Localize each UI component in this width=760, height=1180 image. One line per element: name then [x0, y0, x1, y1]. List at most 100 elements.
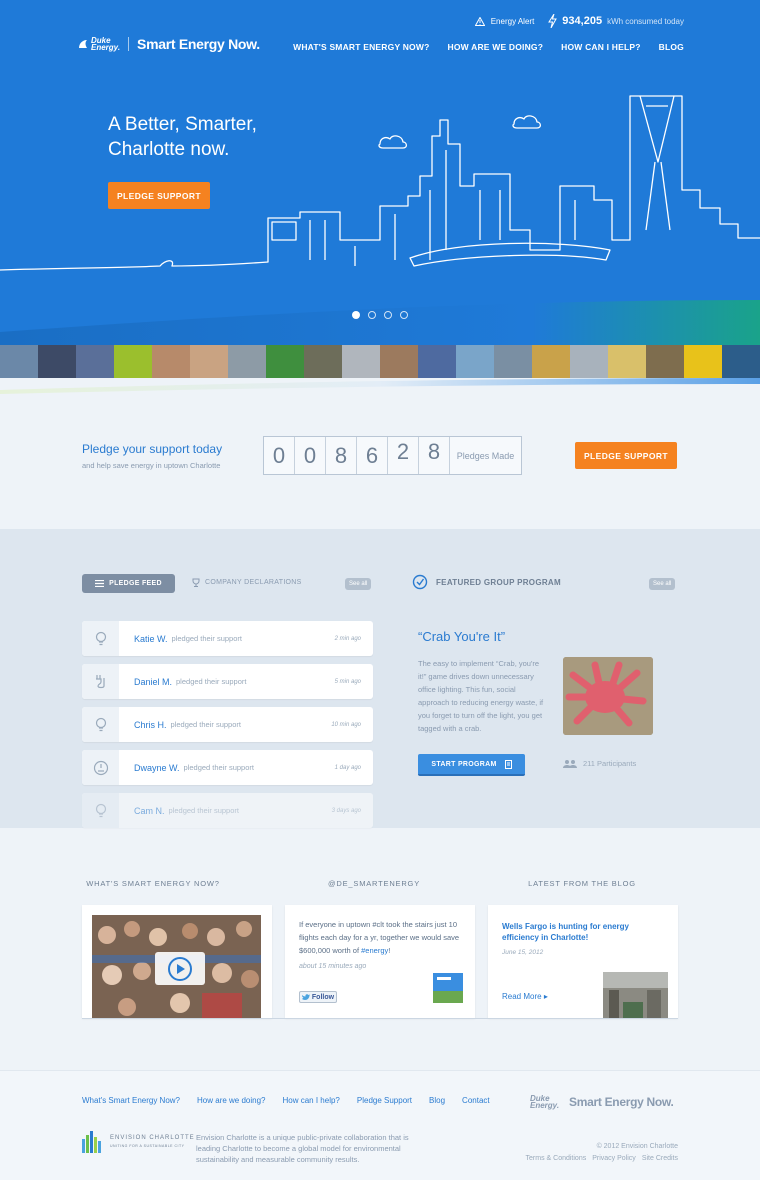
envision-charlotte-logo[interactable]: ENVISION CHARLOTTE UNITING FOR A SUSTAIN… [82, 1131, 195, 1153]
strip-wave-decoration [0, 378, 760, 400]
nav-how-are-we-doing[interactable]: HOW ARE WE DOING? [448, 42, 544, 52]
top-status-bar: Energy Alert 934,205 kWh consumed today [474, 14, 684, 28]
footer-link-pledge-support[interactable]: Pledge Support [357, 1096, 412, 1105]
feed-item-name[interactable]: Daniel M. [134, 677, 172, 687]
footer-link-how-are-we-doing[interactable]: How are we doing? [197, 1096, 265, 1105]
feed-item-icon-box [82, 664, 119, 699]
crowd-video-thumbnail[interactable] [92, 915, 261, 1018]
tab-company-declarations-label: COMPANY DECLARATIONS [205, 579, 302, 586]
tweet-hashtag-link[interactable]: #energy [361, 946, 388, 955]
footer-legal: © 2012 Envision Charlotte Terms & Condit… [526, 1141, 678, 1165]
feed-item-icon-box [82, 793, 119, 828]
tab-pledge-feed-label: PLEDGE FEED [109, 580, 162, 587]
tab-company-declarations[interactable]: COMPANY DECLARATIONS [192, 578, 302, 587]
tweet-end: ! [388, 946, 391, 955]
feed-item-time: 2 min ago [334, 635, 361, 642]
kwh-counter: 934,205 kWh consumed today [548, 14, 684, 28]
blog-card: Wells Fargo is hunting for energy effici… [488, 905, 678, 1018]
footer-link-how-can-i-help[interactable]: How can I help? [283, 1096, 340, 1105]
kwh-value: 934,205 [562, 15, 603, 27]
crab-photo [563, 657, 653, 735]
envision-name: ENVISION CHARLOTTE [110, 1135, 195, 1141]
program-description: The easy to implement “Crab, you're it!”… [418, 659, 544, 733]
nav-how-can-i-help[interactable]: HOW CAN I HELP? [561, 42, 641, 52]
people-icon [563, 760, 577, 768]
duke-flame-icon [79, 40, 87, 48]
hero-banner: Energy Alert 934,205 kWh consumed today … [0, 0, 760, 345]
feed-item-icon-box [82, 707, 119, 742]
lightbulb-icon [95, 803, 106, 817]
nav-whats-smart-energy[interactable]: WHAT'S SMART ENERGY NOW? [293, 42, 429, 52]
terms-link[interactable]: Terms & Conditions [526, 1153, 587, 1165]
footer-logo[interactable]: Duke Energy. Smart Energy Now. [530, 1095, 674, 1110]
participants-label: 211 Participants [583, 759, 637, 768]
program-see-all-button[interactable]: See all [649, 578, 676, 590]
counter-digit: 2 [388, 437, 419, 474]
blog-post-title[interactable]: Wells Fargo is hunting for energy effici… [502, 921, 632, 943]
hero-title-line1: A Better, Smarter, [108, 114, 257, 135]
carousel-dot-2[interactable] [368, 311, 376, 319]
feed-item-name[interactable]: Katie W. [134, 634, 168, 644]
hero-title: A Better, Smarter, Charlotte now. [108, 112, 328, 162]
feed-item[interactable]: Dwayne W. pledged their support 1 day ag… [82, 750, 373, 785]
footer-duke-logo: Duke Energy. [530, 1095, 560, 1110]
nav-blog[interactable]: BLOG [659, 42, 684, 52]
trophy-icon [192, 578, 200, 587]
blog-post-image[interactable] [603, 972, 668, 1018]
footer: What's Smart Energy Now? How are we doin… [0, 1070, 760, 1180]
feed-item-name[interactable]: Chris H. [134, 720, 167, 730]
feed-item-name[interactable]: Dwayne W. [134, 763, 180, 773]
feed-item-name[interactable]: Cam N. [134, 806, 165, 816]
footer-link-blog[interactable]: Blog [429, 1096, 445, 1105]
feed-item-icon-box [82, 621, 119, 656]
hero-pledge-button[interactable]: PLEDGE SUPPORT [108, 182, 210, 209]
energy-alert-label: Energy Alert [490, 16, 535, 26]
envision-skyline-icon [82, 1131, 101, 1153]
feed-item[interactable]: Cam N. pledged their support 3 days ago [82, 793, 373, 828]
energy-alert-link[interactable]: Energy Alert [474, 16, 535, 26]
carousel-dot-4[interactable] [400, 311, 408, 319]
feed-item-action: pledged their support [183, 763, 254, 772]
carousel-dot-3[interactable] [384, 311, 392, 319]
participants-count: 211 Participants [563, 759, 636, 768]
plug-icon [95, 674, 105, 688]
carousel-dot-1[interactable] [352, 311, 360, 319]
envision-description: Envision Charlotte is a unique public-pr… [196, 1133, 409, 1164]
feed-item[interactable]: Katie W. pledged their support 2 min ago [82, 621, 373, 656]
twitter-follow-button[interactable]: Follow [299, 991, 337, 1003]
pledge-support-button[interactable]: PLEDGE SUPPORT [575, 442, 677, 469]
tab-pledge-feed[interactable]: PLEDGE FEED [82, 574, 175, 593]
read-more-link[interactable]: Read More ▸ [502, 992, 548, 1001]
play-button[interactable] [155, 952, 205, 985]
counter-digit: 6 [357, 437, 388, 474]
twitter-avatar[interactable] [433, 973, 463, 1003]
feed-item-time: 3 days ago [331, 807, 361, 814]
feed-item[interactable]: Daniel M. pledged their support 5 min ag… [82, 664, 373, 699]
video-card [82, 905, 272, 1018]
lightbulb-icon [95, 631, 106, 645]
start-program-button[interactable]: START PROGRAM [418, 754, 525, 776]
smart-energy-avatar [433, 973, 463, 1003]
feed-item[interactable]: Chris H. pledged their support 10 min ag… [82, 707, 373, 742]
twitter-card: If everyone in uptown #clt took the stai… [285, 905, 475, 1018]
feed-item-time: 10 min ago [331, 721, 361, 728]
carousel-dots [352, 311, 408, 319]
duke-line2: Energy. [91, 43, 121, 52]
kwh-label: kWh consumed today [607, 16, 684, 26]
hero-title-line2: Charlotte now. [108, 139, 230, 160]
feed-item-action: pledged their support [176, 677, 247, 686]
privacy-link[interactable]: Privacy Policy [592, 1153, 636, 1165]
site-credits-link[interactable]: Site Credits [642, 1153, 678, 1165]
footer-link-whats-smart-energy[interactable]: What's Smart Energy Now? [82, 1096, 180, 1105]
footer-link-contact[interactable]: Contact [462, 1096, 490, 1105]
envision-tagline: UNITING FOR A SUSTAINABLE CITY [110, 1144, 185, 1148]
duke-energy-logo: Duke Energy. [78, 37, 130, 52]
feed-item-time: 5 min ago [334, 678, 361, 685]
counter-digit: 0 [295, 437, 326, 474]
footer-duke-line2: Energy. [530, 1101, 560, 1110]
counter-digit: 8 [419, 437, 450, 474]
legal-links: Terms & Conditions Privacy Policy Site C… [526, 1153, 678, 1165]
site-logo[interactable]: Duke Energy. Smart Energy Now. [78, 36, 260, 52]
feed-see-all-button[interactable]: See all [345, 578, 372, 590]
thermostat-icon [93, 760, 108, 775]
